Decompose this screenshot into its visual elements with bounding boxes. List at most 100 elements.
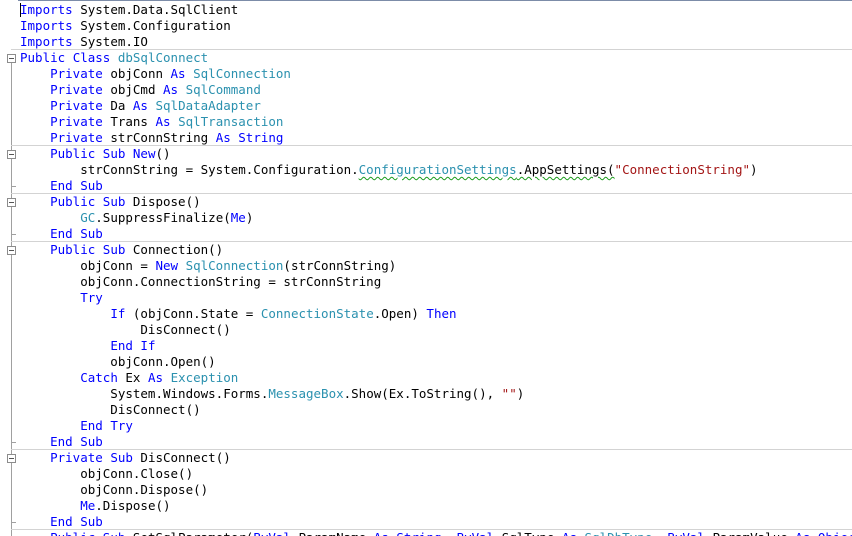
code-token: ) — [516, 386, 525, 401]
code-token: objConn — [102, 66, 171, 81]
keyword-token: Public — [50, 530, 95, 536]
editor-top-border — [0, 0, 852, 1]
code-area[interactable]: Imports System.Data.SqlClient Imports Sys… — [11, 2, 852, 536]
code-line[interactable]: objConn.Open() — [20, 354, 852, 370]
collapse-toggle-icon[interactable] — [7, 198, 16, 207]
code-line[interactable]: Me.Dispose() — [20, 498, 852, 514]
code-line[interactable]: GC.SuppressFinalize(Me) — [20, 210, 852, 226]
keyword-token: Private — [50, 450, 103, 465]
code-line[interactable]: DisConnect() — [20, 402, 852, 418]
outline-guide-line — [11, 255, 12, 442]
code-line[interactable]: End Try — [20, 418, 852, 434]
code-line[interactable]: objConn.Dispose() — [20, 482, 852, 498]
outline-end-tick — [11, 442, 16, 443]
code-line[interactable]: Catch Ex As Exception — [20, 370, 852, 386]
code-token: Da — [102, 98, 133, 113]
code-token: ParamName — [291, 530, 374, 536]
type-token: SqlCommand — [185, 82, 261, 97]
code-token: objCmd — [102, 82, 164, 97]
code-line[interactable]: Private strConnString As String — [20, 130, 852, 146]
keyword-token: End — [50, 434, 73, 449]
code-line[interactable]: Public Sub Dispose() — [11, 193, 852, 210]
code-line[interactable]: Private objCmd As SqlCommand — [20, 82, 852, 98]
code-line[interactable]: Try — [20, 290, 852, 306]
code-editor[interactable]: Imports System.Data.SqlClient Imports Sys… — [0, 0, 852, 536]
type-token: ConnectionState — [260, 306, 374, 321]
code-line[interactable]: End If — [20, 338, 852, 354]
keyword-token: Private — [50, 82, 103, 97]
keyword-token: As — [374, 530, 389, 536]
keyword-token: Sub — [80, 434, 103, 449]
keyword-token: As — [155, 114, 171, 129]
keyword-token: Private — [50, 66, 103, 81]
keyword-token: Me — [80, 498, 96, 513]
keyword-token: Try — [110, 418, 133, 433]
code-line[interactable]: DisConnect() — [20, 322, 852, 338]
code-line[interactable]: Private Trans As SqlTransaction — [20, 114, 852, 130]
code-token: objConn.ConnectionString = strConnString — [20, 274, 382, 289]
keyword-token: New — [155, 258, 179, 273]
code-line[interactable]: strConnString = System.Configuration.Con… — [20, 162, 852, 178]
code-line[interactable]: End Sub — [20, 514, 852, 530]
keyword-token: If — [140, 338, 156, 353]
code-line[interactable]: objConn.Close() — [20, 466, 852, 482]
collapse-toggle-icon[interactable] — [7, 54, 16, 63]
outline-end-tick — [11, 522, 16, 523]
keyword-token: Sub — [103, 530, 126, 536]
keyword-token: Then — [426, 306, 457, 321]
keyword-token: ByVal — [667, 530, 705, 536]
code-line[interactable]: End Sub — [20, 178, 852, 194]
keyword-token: Class — [72, 50, 111, 65]
keyword-token: As — [795, 530, 810, 536]
code-token: System.Windows.Forms. — [20, 386, 269, 401]
code-line[interactable]: Public Sub Connection() — [11, 241, 852, 258]
code-token: Dispose() — [125, 194, 201, 209]
code-token: ) — [245, 210, 254, 225]
code-token: ) — [750, 162, 758, 177]
code-line[interactable]: objConn.ConnectionString = strConnString — [20, 274, 852, 290]
keyword-token: New — [132, 146, 156, 161]
code-line[interactable]: Public Class dbSqlConnect — [11, 49, 852, 66]
code-line[interactable]: Private objConn As SqlConnection — [20, 66, 852, 82]
code-line[interactable]: Imports System.Configuration — [20, 18, 852, 34]
keyword-token: Catch — [80, 370, 118, 385]
outline-guide-line — [11, 207, 12, 234]
code-line[interactable]: Private Sub DisConnect() — [11, 449, 852, 466]
code-line[interactable]: If (objConn.State = ConnectionState.Open… — [20, 306, 852, 322]
keyword-token: End — [80, 418, 103, 433]
code-line[interactable]: Imports System.Data.SqlClient — [20, 2, 852, 18]
type-token: SqlConnection — [185, 258, 284, 273]
code-token: (strConnString) — [283, 258, 397, 273]
code-line[interactable]: objConn = New SqlConnection(strConnStrin… — [20, 258, 852, 274]
type-token: SqlConnection — [193, 66, 291, 81]
code-line[interactable]: End Sub — [20, 226, 852, 242]
collapse-toggle-icon[interactable] — [7, 246, 16, 255]
collapse-toggle-icon[interactable] — [7, 150, 16, 159]
collapse-toggle-icon[interactable] — [7, 454, 16, 463]
code-line[interactable]: Public Sub SetSqlParameter(ByVal ParamNa… — [11, 529, 852, 536]
code-token: Connection() — [125, 242, 224, 257]
code-line[interactable]: Public Sub New() — [11, 145, 852, 162]
type-token: SqlTransaction — [178, 114, 284, 129]
keyword-token: Sub — [80, 514, 103, 529]
code-line[interactable]: Private Da As SqlDataAdapter — [20, 98, 852, 114]
keyword-token: As — [215, 130, 231, 145]
code-token: objConn = — [20, 258, 156, 273]
code-line[interactable]: End Sub — [20, 434, 852, 450]
code-line[interactable]: System.Windows.Forms.MessageBox.Show(Ex.… — [20, 386, 852, 402]
keyword-token: Object — [818, 530, 852, 536]
code-line[interactable]: Imports System.IO — [20, 34, 852, 50]
keyword-token: String — [396, 530, 441, 536]
keyword-token: Public — [20, 50, 66, 65]
code-token: DisConnect() — [20, 402, 201, 417]
